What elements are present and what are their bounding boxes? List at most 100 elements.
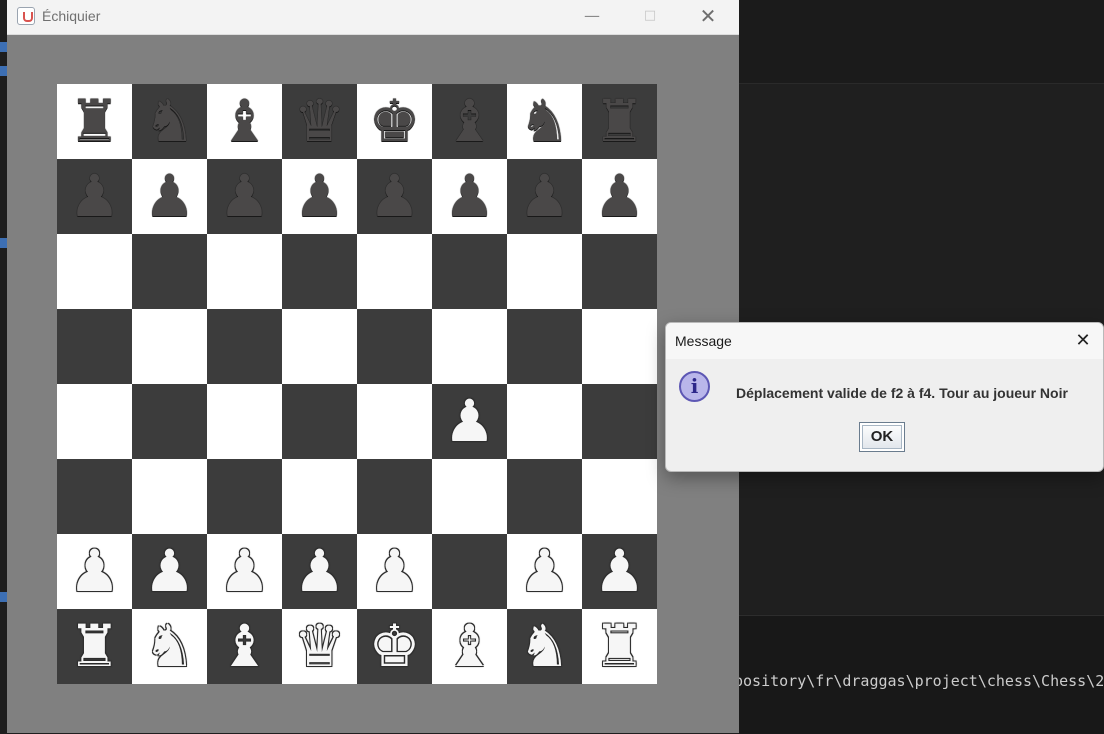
empty: [282, 309, 357, 384]
square-g5[interactable]: [507, 309, 582, 384]
minimize-button[interactable]: —: [563, 0, 621, 34]
square-h3[interactable]: [582, 459, 657, 534]
square-d7[interactable]: ♟: [282, 159, 357, 234]
java-app-icon: [17, 7, 35, 25]
square-a5[interactable]: [57, 309, 132, 384]
square-h4[interactable]: [582, 384, 657, 459]
black-piece: ♝: [443, 87, 496, 155]
black-piece: ♟: [593, 162, 646, 230]
empty: [582, 384, 657, 459]
black-piece: ♟: [443, 162, 496, 230]
black-piece: ♞: [518, 87, 571, 155]
ok-button[interactable]: OK: [859, 422, 905, 452]
black-piece: ♟: [518, 162, 571, 230]
square-d6[interactable]: [282, 234, 357, 309]
square-a3[interactable]: [57, 459, 132, 534]
square-b5[interactable]: [132, 309, 207, 384]
square-f6[interactable]: [432, 234, 507, 309]
square-d5[interactable]: [282, 309, 357, 384]
square-c3[interactable]: [207, 459, 282, 534]
square-g1[interactable]: ♞: [507, 609, 582, 684]
square-b8[interactable]: ♞: [132, 84, 207, 159]
square-g7[interactable]: ♟: [507, 159, 582, 234]
square-h2[interactable]: ♟: [582, 534, 657, 609]
chess-window: Échiquier — □ ✕ ♜ ♞ ♝ ♛ ♚ ♝ ♞ ♜ ♟ ♟ ♟ ♟ ♟ ♟ ♟ ♟ ♟ ♟ ♟ ♟ ♟ ♟ ♟ ♟…: [7, 0, 739, 733]
square-d3[interactable]: [282, 459, 357, 534]
empty: [507, 459, 582, 534]
square-a7[interactable]: ♟: [57, 159, 132, 234]
square-c7[interactable]: ♟: [207, 159, 282, 234]
square-d1[interactable]: ♛: [282, 609, 357, 684]
window-titlebar[interactable]: Échiquier — □ ✕: [7, 0, 739, 35]
square-g2[interactable]: ♟: [507, 534, 582, 609]
empty: [507, 234, 582, 309]
square-f5[interactable]: [432, 309, 507, 384]
square-g6[interactable]: [507, 234, 582, 309]
square-c6[interactable]: [207, 234, 282, 309]
empty: [357, 459, 432, 534]
terminal-path-text: pository\fr\draggas\project\chess\Chess\…: [734, 672, 1104, 690]
square-c2[interactable]: ♟: [207, 534, 282, 609]
square-c5[interactable]: [207, 309, 282, 384]
square-f1[interactable]: ♝: [432, 609, 507, 684]
ide-header-area: [739, 0, 1104, 84]
square-h8[interactable]: ♜: [582, 84, 657, 159]
square-b7[interactable]: ♟: [132, 159, 207, 234]
square-c4[interactable]: [207, 384, 282, 459]
maximize-button[interactable]: □: [621, 0, 679, 34]
square-e2[interactable]: ♟: [357, 534, 432, 609]
close-button[interactable]: ✕: [679, 0, 737, 34]
square-e7[interactable]: ♟: [357, 159, 432, 234]
square-b3[interactable]: [132, 459, 207, 534]
black-piece: ♜: [593, 87, 646, 155]
square-a4[interactable]: [57, 384, 132, 459]
square-b2[interactable]: ♟: [132, 534, 207, 609]
square-f3[interactable]: [432, 459, 507, 534]
white-piece: ♝: [443, 612, 496, 680]
square-h5[interactable]: [582, 309, 657, 384]
square-e3[interactable]: [357, 459, 432, 534]
square-e6[interactable]: [357, 234, 432, 309]
square-a6[interactable]: [57, 234, 132, 309]
square-d4[interactable]: [282, 384, 357, 459]
square-f2[interactable]: [432, 534, 507, 609]
square-d8[interactable]: ♛: [282, 84, 357, 159]
white-piece: ♟: [518, 537, 571, 605]
square-a8[interactable]: ♜: [57, 84, 132, 159]
square-g8[interactable]: ♞: [507, 84, 582, 159]
black-piece: ♟: [293, 162, 346, 230]
square-e5[interactable]: [357, 309, 432, 384]
square-h6[interactable]: [582, 234, 657, 309]
square-h1[interactable]: ♜: [582, 609, 657, 684]
square-f7[interactable]: ♟: [432, 159, 507, 234]
square-b6[interactable]: [132, 234, 207, 309]
white-piece: ♚: [368, 612, 421, 680]
square-a1[interactable]: ♜: [57, 609, 132, 684]
empty: [57, 459, 132, 534]
black-piece: ♞: [143, 87, 196, 155]
empty: [132, 459, 207, 534]
square-d2[interactable]: ♟: [282, 534, 357, 609]
dialog-titlebar[interactable]: Message ✕: [666, 323, 1103, 359]
black-piece: ♟: [143, 162, 196, 230]
white-piece: ♛: [293, 612, 346, 680]
square-e4[interactable]: [357, 384, 432, 459]
empty: [57, 309, 132, 384]
square-e8[interactable]: ♚: [357, 84, 432, 159]
square-f4[interactable]: ♟: [432, 384, 507, 459]
square-g3[interactable]: [507, 459, 582, 534]
square-a2[interactable]: ♟: [57, 534, 132, 609]
white-piece: ♟: [293, 537, 346, 605]
square-c1[interactable]: ♝: [207, 609, 282, 684]
empty: [132, 234, 207, 309]
square-h7[interactable]: ♟: [582, 159, 657, 234]
empty: [282, 234, 357, 309]
square-c8[interactable]: ♝: [207, 84, 282, 159]
empty: [132, 384, 207, 459]
square-b1[interactable]: ♞: [132, 609, 207, 684]
square-g4[interactable]: [507, 384, 582, 459]
square-b4[interactable]: [132, 384, 207, 459]
square-f8[interactable]: ♝: [432, 84, 507, 159]
square-e1[interactable]: ♚: [357, 609, 432, 684]
dialog-close-button[interactable]: ✕: [1070, 328, 1096, 354]
